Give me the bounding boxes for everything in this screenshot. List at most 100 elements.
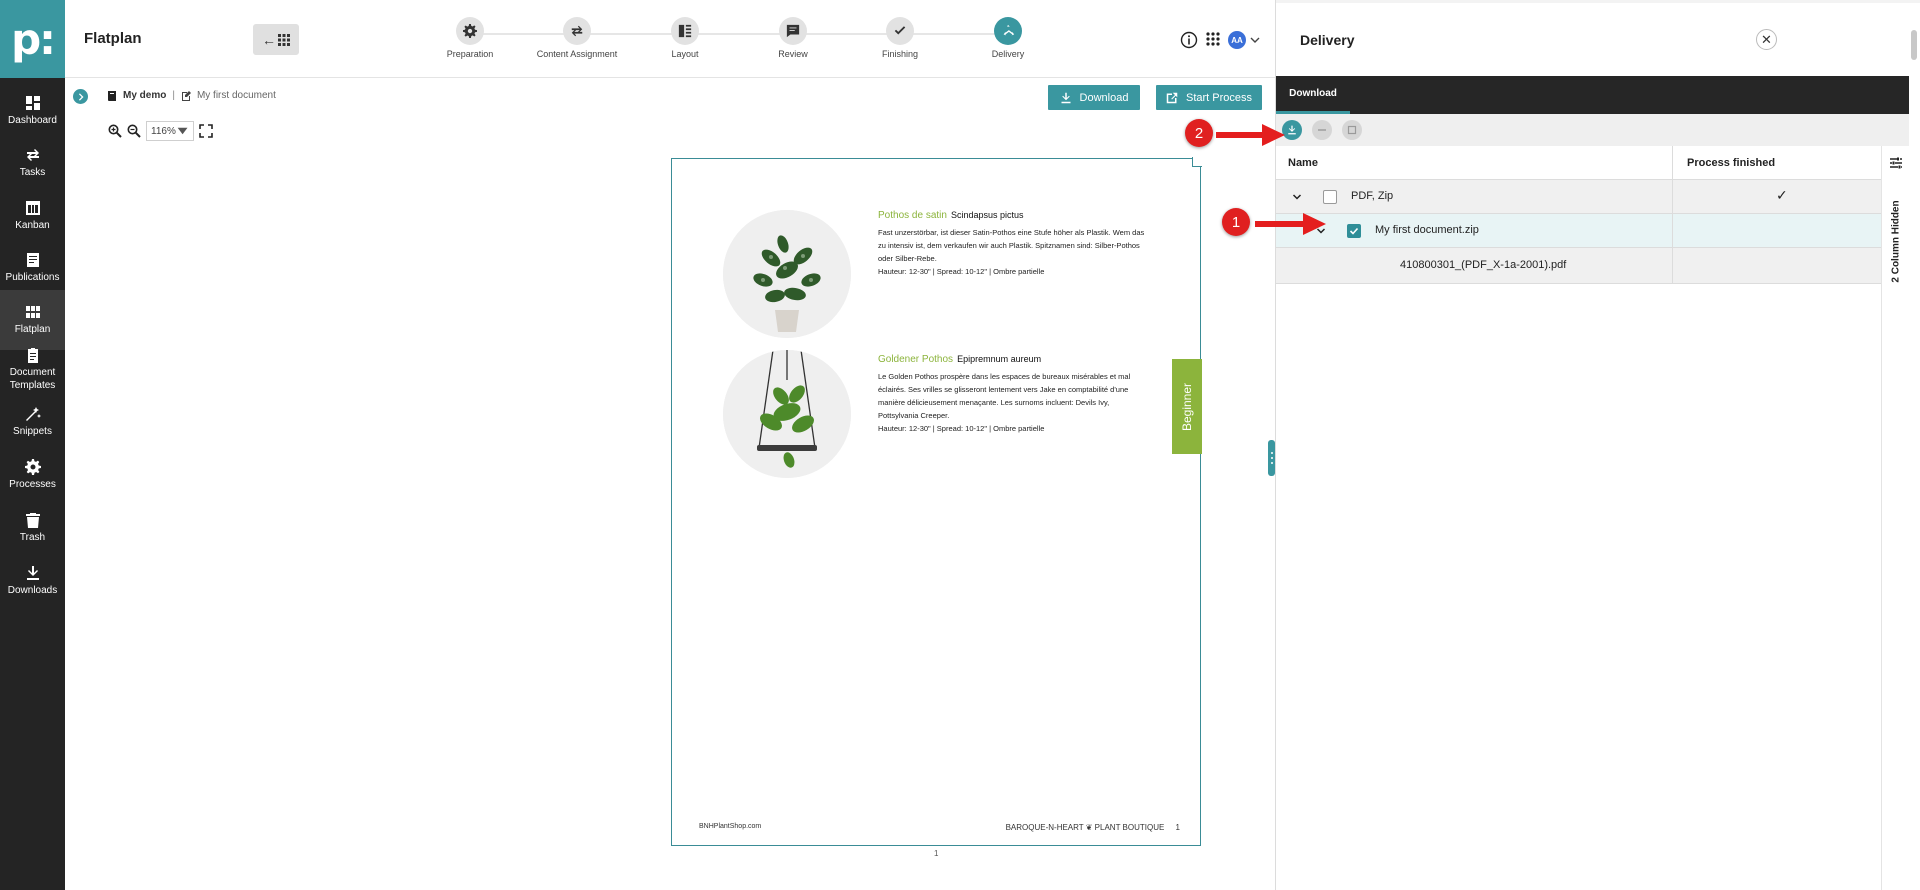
rail-item-snippets[interactable]: Snippets: [0, 397, 65, 447]
check-icon: [1349, 227, 1359, 235]
app-logo[interactable]: p:: [0, 0, 65, 78]
step-preparation[interactable]: Preparation: [415, 17, 525, 59]
layout-icon: [678, 24, 692, 38]
plant-latin-name: Scindapsus pictus: [950, 210, 1024, 220]
step-content-assignment[interactable]: Content Assignment: [522, 17, 632, 59]
back-arrow-icon: ←: [262, 31, 276, 48]
zoom-level-select[interactable]: 116%: [146, 121, 194, 141]
hidden-columns-label: 2 Column Hidden: [1884, 176, 1908, 306]
logo-mark: p:: [11, 14, 56, 64]
table-row[interactable]: PDF, Zip ✓: [1276, 180, 1881, 214]
plant-image-satin-pothos: [723, 210, 851, 338]
avatar[interactable]: AA: [1228, 31, 1246, 49]
zoom-in-icon[interactable]: [108, 124, 122, 138]
dashboard-icon: [25, 96, 40, 110]
step-delivery[interactable]: Delivery: [953, 17, 1063, 59]
column-header-process-finished[interactable]: Process finished: [1687, 157, 1775, 169]
hidden-columns-sidebar[interactable]: 2 Column Hidden: [1881, 146, 1909, 890]
row-checkbox[interactable]: [1323, 190, 1337, 204]
column-header-name[interactable]: Name: [1288, 157, 1318, 169]
step-circle: [779, 17, 807, 45]
step-label: Delivery: [991, 49, 1025, 59]
plant-name: Goldener Pothos: [878, 354, 954, 365]
zoom-level-value: 116%: [151, 125, 176, 137]
plant-specs: Hauteur: 12-30" | Spread: 10-12" | Ombre…: [878, 267, 1045, 276]
left-rail: p: Dashboard Tasks Kanban Publications F…: [0, 0, 65, 890]
edit-document-icon: [181, 90, 191, 101]
close-panel-button[interactable]: ✕: [1756, 29, 1777, 50]
remove-button[interactable]: [1312, 120, 1332, 140]
download-icon: [1288, 125, 1296, 135]
plant-title: Goldener Pothos Epipremnum aureum: [878, 354, 1041, 365]
rail-item-label: Publications: [5, 272, 60, 283]
annotation-badge-2: 2: [1185, 119, 1213, 147]
back-to-overview-button[interactable]: ←: [253, 24, 299, 55]
fullscreen-icon[interactable]: [199, 124, 213, 138]
processes-icon: [24, 459, 41, 475]
rail-item-processes[interactable]: Processes: [0, 450, 65, 500]
chevron-down-icon[interactable]: [1292, 192, 1302, 202]
expand-sidebar-button[interactable]: [73, 89, 88, 104]
tab-download[interactable]: Download: [1276, 76, 1350, 114]
rail-item-tasks[interactable]: Tasks: [0, 138, 65, 188]
page-corner-fold: [1192, 157, 1202, 167]
difficulty-label: Beginner: [1180, 382, 1195, 431]
top-bar: Flatplan ← Preparation Content Assignmen…: [65, 0, 1275, 78]
trash-icon: [25, 513, 40, 528]
delivery-icon: [1003, 24, 1015, 36]
breadcrumb-item-document[interactable]: My first document: [197, 90, 276, 101]
download-button[interactable]: Download: [1048, 85, 1140, 110]
zoom-controls: 116%: [108, 121, 213, 141]
select-all-button[interactable]: [1342, 120, 1362, 140]
rail-item-label: Dashboard: [8, 115, 57, 126]
annotation-arrow-right-icon: [1255, 213, 1326, 235]
row-name: My first document.zip: [1375, 224, 1479, 236]
external-link-icon: [1166, 92, 1178, 103]
book-icon: [108, 90, 116, 101]
downloads-icon: [26, 566, 39, 580]
row-checkbox-checked[interactable]: [1347, 224, 1361, 238]
panel-resize-handle[interactable]: [1268, 440, 1275, 476]
step-label: Finishing: [881, 49, 919, 59]
grid-icon: [278, 33, 290, 46]
info-icon[interactable]: [1180, 31, 1198, 49]
row-name: PDF, Zip: [1351, 190, 1394, 202]
table-row[interactable]: 410800301_(PDF_X-1a-2001).pdf: [1276, 248, 1881, 284]
comment-icon: [786, 24, 800, 38]
document-page[interactable]: Pothos de satin Scindapsus pictus Fast un…: [671, 157, 1202, 846]
chevron-down-icon[interactable]: [1249, 34, 1261, 46]
rail-item-downloads[interactable]: Downloads: [0, 556, 65, 606]
apps-grid-icon[interactable]: [1205, 31, 1221, 47]
plant-illustration: [723, 350, 851, 478]
rail-item-label: Flatplan: [14, 324, 51, 335]
rail-item-label: Snippets: [13, 426, 52, 437]
download-button-label: Download: [1079, 91, 1129, 104]
plant-latin-name: Epipremnum aureum: [957, 354, 1042, 364]
templates-icon: [27, 347, 38, 363]
delivery-panel: Delivery ✕ Download Name Process finishe…: [1275, 0, 1920, 890]
plant-name: Pothos de satin: [878, 210, 947, 221]
rail-item-kanban[interactable]: Kanban: [0, 191, 65, 241]
snippets-icon: [25, 407, 41, 421]
step-finishing[interactable]: Finishing: [845, 17, 955, 59]
start-process-button[interactable]: Start Process: [1156, 85, 1262, 110]
tab-download-label: Download: [1289, 88, 1337, 99]
annotation-arrow-right-icon: [1216, 124, 1285, 146]
panel-scrollbar[interactable]: [1909, 30, 1919, 890]
rail-item-document-templates[interactable]: Document Templates: [0, 340, 65, 398]
step-label: Preparation: [446, 49, 494, 59]
zoom-out-icon[interactable]: [127, 124, 141, 138]
rail-item-dashboard[interactable]: Dashboard: [0, 86, 65, 136]
step-layout[interactable]: Layout: [630, 17, 740, 59]
table-row[interactable]: My first document.zip: [1276, 214, 1881, 248]
breadcrumb-item-publication[interactable]: My demo: [123, 90, 166, 101]
panel-top-strip: [1276, 0, 1920, 3]
plant-description-text: Le Golden Pothos prospère dans les espac…: [878, 372, 1131, 420]
step-review[interactable]: Review: [738, 17, 848, 59]
tune-icon[interactable]: [1889, 156, 1903, 170]
breadcrumb-separator: |: [172, 90, 175, 101]
page-title: Flatplan: [84, 30, 142, 47]
gear-icon: [463, 24, 477, 38]
rail-item-publications[interactable]: Publications: [0, 243, 65, 293]
rail-item-trash[interactable]: Trash: [0, 503, 65, 553]
